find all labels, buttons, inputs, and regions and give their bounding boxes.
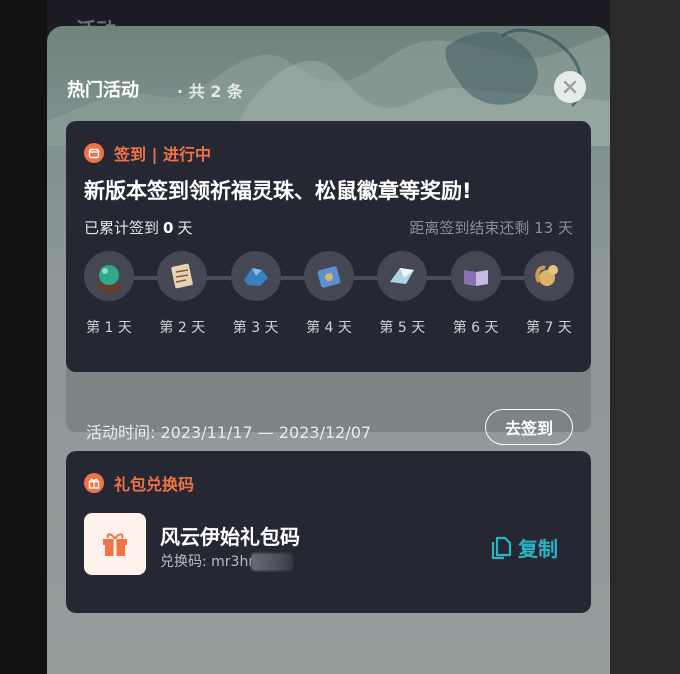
copy-label: 复制 (518, 537, 558, 561)
progress-days: 0 (163, 219, 174, 237)
progress-suffix: 天 (177, 219, 193, 237)
close-button[interactable] (554, 71, 586, 103)
checkin-progress: 已累计签到 0 天 (84, 217, 192, 238)
code-mask (251, 553, 294, 571)
copy-button[interactable]: 复制 (490, 533, 558, 562)
activity-count: · 共 2 条 (177, 82, 243, 101)
checkin-headline: 新版本签到领祈福灵珠、松鼠徽章等奖励! (84, 179, 472, 203)
checkin-activity: 签到 | 进行中 新版本签到领祈福灵珠、松鼠徽章等奖励! 已累计签到 0 天 距离签… (66, 121, 591, 445)
blue-chest-icon (303, 251, 354, 301)
day-label: 第 1 天 (86, 320, 132, 336)
checkin-card: 签到 | 进行中 新版本签到领祈福灵珠、松鼠徽章等奖励! 已累计签到 0 天 距离签… (66, 121, 591, 372)
progress-prefix: 已累计签到 (84, 219, 160, 237)
activity-sheet: 热门活动 · 共 2 条 签到 | 进行中 新版本签到领祈福灵珠、松鼠徽章等奖励… (47, 26, 610, 674)
remaining-days: 距离签到结束还剩 13 天 (409, 219, 573, 237)
crystal-ball-icon (84, 251, 134, 301)
day-item-2[interactable]: 第 2 天 (156, 251, 208, 337)
left-pane (0, 0, 47, 674)
gift-code-text: 兑换码: mr3hn (160, 554, 258, 570)
book-icon (450, 251, 501, 301)
day-item-3[interactable]: 第 3 天 (230, 251, 282, 337)
activity-date-range: 活动时间: 2023/11/17 — 2023/12/07 (86, 423, 372, 442)
checkin-tag: 签到 | 进行中 (84, 141, 211, 165)
gift-tag-text: 礼包兑换码 (114, 475, 195, 494)
day-item-7[interactable]: 第 7 天 (523, 251, 575, 337)
squirrel-badge-icon (523, 251, 574, 301)
day-list: 第 1 天 第 2 天 第 3 天 第 4 天 第 5 天 第 6 天 第 7 … (83, 251, 575, 337)
day-label: 第 5 天 (379, 320, 426, 336)
gift-code-card: 礼包兑换码 风云伊始礼包码 兑换码: mr3hn 复制 (66, 451, 591, 613)
day-item-5[interactable]: 第 5 天 (376, 251, 428, 337)
day-item-6[interactable]: 第 6 天 (450, 251, 502, 337)
scroll-icon (157, 251, 208, 301)
gift-tag: 礼包兑换码 (84, 471, 194, 495)
gift-tag-icon (84, 473, 104, 493)
copy-icon (491, 536, 512, 559)
day-label: 第 4 天 (306, 320, 352, 336)
crystal-icon (377, 251, 428, 301)
gift-code: 兑换码: mr3hn (160, 551, 294, 571)
blue-ore-icon (230, 251, 281, 301)
right-pane (610, 0, 680, 674)
checkin-tag-text: 签到 | 进行中 (114, 145, 211, 164)
page: 活动 热门活动 · 共 2 条 (0, 0, 680, 674)
day-item-4[interactable]: 第 4 天 (303, 251, 355, 337)
calendar-icon (84, 143, 104, 163)
checkin-button[interactable]: 去签到 (485, 409, 573, 445)
sheet-title: 热门活动 (67, 80, 139, 101)
close-icon (563, 80, 577, 94)
day-label: 第 3 天 (232, 320, 279, 336)
day-label: 第 7 天 (526, 320, 572, 336)
day-label: 第 6 天 (452, 320, 499, 336)
gift-name: 风云伊始礼包码 (160, 525, 300, 549)
gift-box-icon (84, 513, 146, 575)
day-item-1[interactable]: 第 1 天 (83, 251, 135, 337)
day-label: 第 2 天 (159, 320, 206, 336)
